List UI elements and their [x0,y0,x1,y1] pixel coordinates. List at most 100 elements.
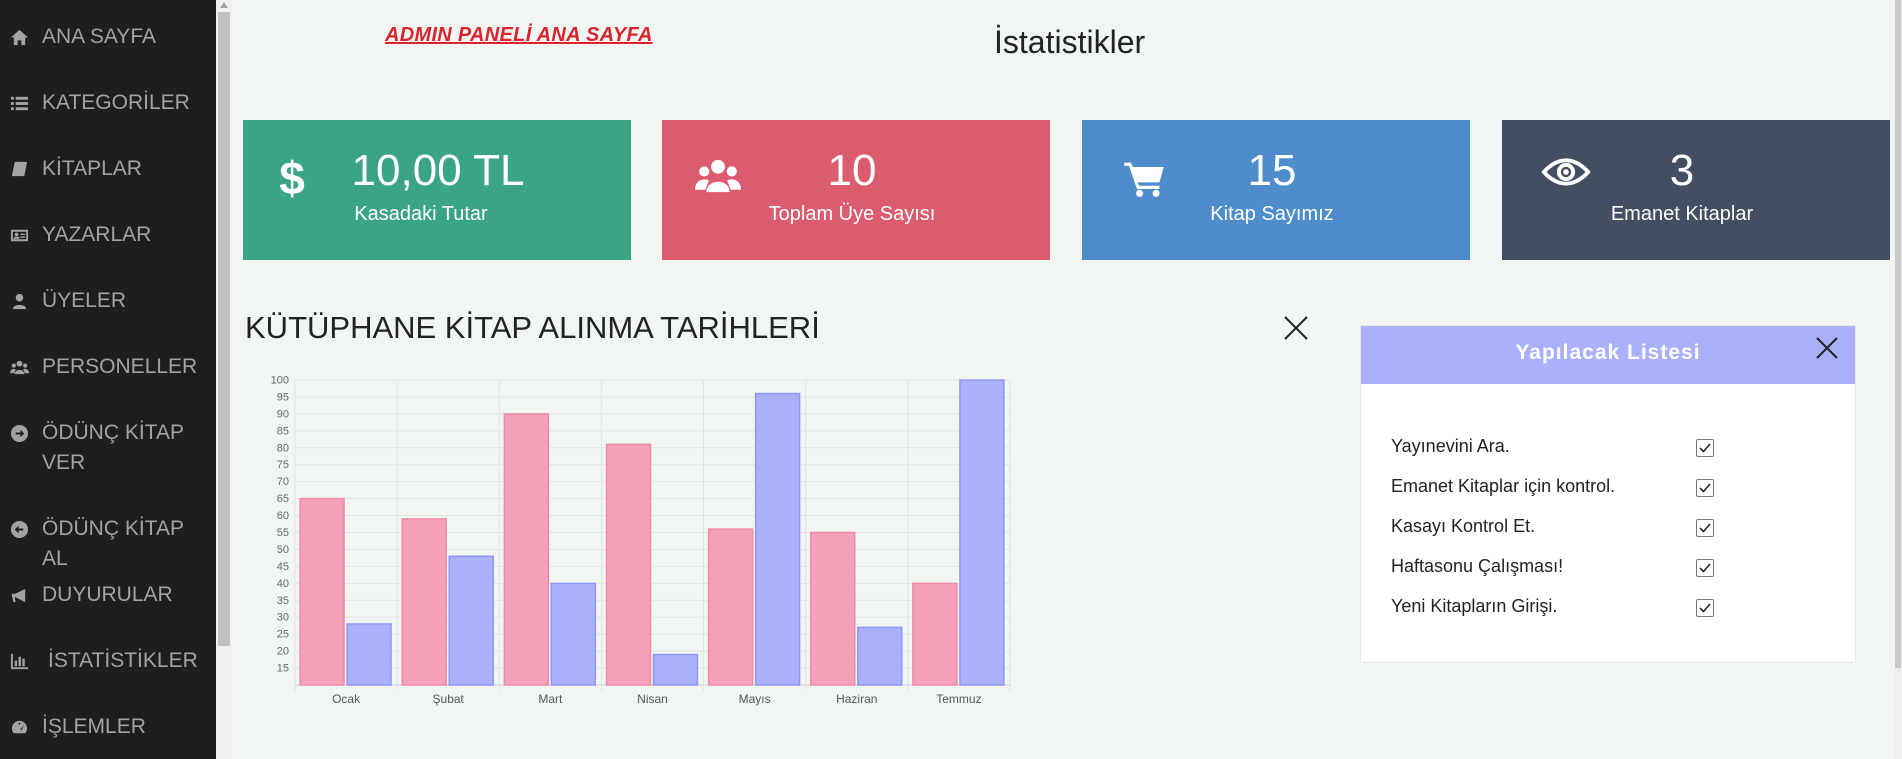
y-tick-label: 65 [277,493,289,505]
card-value: 10 [827,146,877,195]
check-icon [1699,443,1711,453]
card-value: 10,00 TL [351,146,525,195]
y-tick-label: 85 [277,425,289,437]
sidebar: ANA SAYFA KATEGORİLER KİTAPLAR YAZARLAR … [0,0,216,759]
admin-panel-title[interactable]: ADMIN PANELİ ANA SAYFA [385,24,653,47]
y-tick-label: 45 [277,561,289,573]
bar [299,497,345,686]
todo-item-label: Yeni Kitapların Girişi. [1391,596,1558,616]
sidebar-item-odunc-kitap-ver[interactable]: ÖDÜNÇ KİTAP VER [8,418,208,478]
id-card-icon [8,224,30,246]
x-tick-label: Şubat [433,692,465,706]
todo-panel: Yapılacak Listesi Yayınevini Ara. Emanet … [1360,325,1856,663]
close-icon[interactable] [1282,314,1310,342]
sidebar-item-label: KATEGORİLER [42,91,190,114]
scrollbar-thumb[interactable] [218,12,230,646]
sidebar-item-label: DUYURULAR [42,583,173,606]
card-value: 3 [1669,146,1695,195]
sidebar-item-label: PERSONELLER [42,355,198,378]
y-tick-label: 95 [277,391,289,403]
sidebar-item-label: ANA SAYFA [42,25,156,48]
sidebar-scrollbar[interactable] [216,0,232,759]
sidebar-item-label: YAZARLAR [42,223,152,246]
x-tick-label: Ocak [332,692,361,706]
stat-card-kasa-inner: $ 10,00 TL Kasadaki Tutar [243,120,631,260]
check-icon [1699,523,1711,533]
y-tick-label: 75 [277,459,289,471]
todo-item-label: Emanet Kitaplar için kontrol. [1391,476,1616,496]
sidebar-item-label: İSTATİSTİKLER [48,649,198,672]
bar [754,392,801,686]
check-icon [1699,603,1711,613]
stat-card-uye: 10 Toplam Üye Sayısı [662,120,1050,260]
list-icon [8,92,30,114]
close-icon[interactable] [1814,335,1840,361]
bar [550,582,597,686]
y-tick-label: 60 [277,510,289,522]
book-icon [8,158,30,180]
sidebar-item-label: KİTAPLAR [42,157,142,180]
sidebar-item-odunc-kitap-al[interactable]: ÖDÜNÇ KİTAP AL [8,514,208,574]
todo-title: Yapılacak Listesi [1515,341,1701,364]
sidebar-item-kitaplar[interactable]: KİTAPLAR [8,154,208,184]
bar [810,531,856,686]
y-tick-label: 80 [277,442,289,454]
y-tick-label: 100 [271,375,289,387]
sidebar-item-duyurular[interactable]: DUYURULAR [8,580,208,610]
todo-checkbox[interactable] [1696,479,1714,497]
cart-icon [1116,150,1172,206]
todo-checkbox[interactable] [1696,519,1714,537]
bar-chart-icon [8,650,30,672]
card-label: Emanet Kitaplar [1610,203,1754,225]
stat-card-kitap: 15 Kitap Sayımız [1082,120,1470,260]
chart-title: KÜTÜPHANE KİTAP ALINMA TARİHLERİ [245,310,820,345]
bar [346,623,392,686]
y-tick-label: 30 [277,612,289,624]
check-icon [1699,483,1711,493]
scrollbar-thumb[interactable] [1895,0,1901,668]
bullhorn-icon [8,584,30,606]
bar [912,582,958,686]
card-label: Kasadaki Tutar [354,203,488,225]
arrow-circle-left-icon [8,518,30,540]
sidebar-item-yazarlar[interactable]: YAZARLAR [8,220,208,250]
page-scrollbar[interactable] [1894,0,1902,759]
todo-checkbox[interactable] [1696,599,1714,617]
y-tick-label: 50 [277,544,289,556]
bar [503,413,550,686]
scroll-up-arrow-icon[interactable] [220,2,228,8]
page-title: İstatistikler [994,24,1146,60]
sidebar-item-label: ÖDÜNÇ KİTAP VER [42,421,184,474]
y-tick-label: 20 [277,646,289,658]
card-label: Kitap Sayımız [1210,203,1334,225]
dollar-icon: $ [265,150,321,206]
sidebar-item-label: ÜYELER [42,289,127,312]
bar [959,379,1005,686]
sidebar-item-kategoriler[interactable]: KATEGORİLER [8,88,208,118]
bar [652,653,699,686]
sidebar-item-personeller[interactable]: PERSONELLER [8,352,208,382]
todo-item-label: Haftasonu Çalışması! [1391,556,1564,576]
todo-checkbox[interactable] [1696,559,1714,577]
sidebar-item-uyeler[interactable]: ÜYELER [8,286,208,316]
x-tick-label: Temmuz [936,692,981,706]
x-tick-label: Haziran [836,692,877,706]
y-tick-label: 40 [277,578,289,590]
todo-checkbox[interactable] [1696,439,1714,457]
sidebar-item-islemler[interactable]: İŞLEMLER [8,712,208,742]
sidebar-item-ana-sayfa[interactable]: ANA SAYFA [8,22,208,52]
users-icon [690,148,746,204]
bar [401,518,447,686]
y-tick-label: 15 [277,663,289,675]
users-icon [8,356,30,378]
todo-header: Yapılacak Listesi [1361,326,1855,384]
home-icon [8,26,30,48]
svg-text:$: $ [279,155,305,201]
bar [707,528,754,686]
x-tick-label: Nisan [637,692,668,706]
eye-icon [1538,144,1594,200]
bar [448,555,494,686]
card-label: Toplam Üye Sayısı [768,203,936,225]
arrow-circle-right-icon [8,422,30,444]
sidebar-item-istatistikler[interactable]: İSTATİSTİKLER [8,646,208,676]
